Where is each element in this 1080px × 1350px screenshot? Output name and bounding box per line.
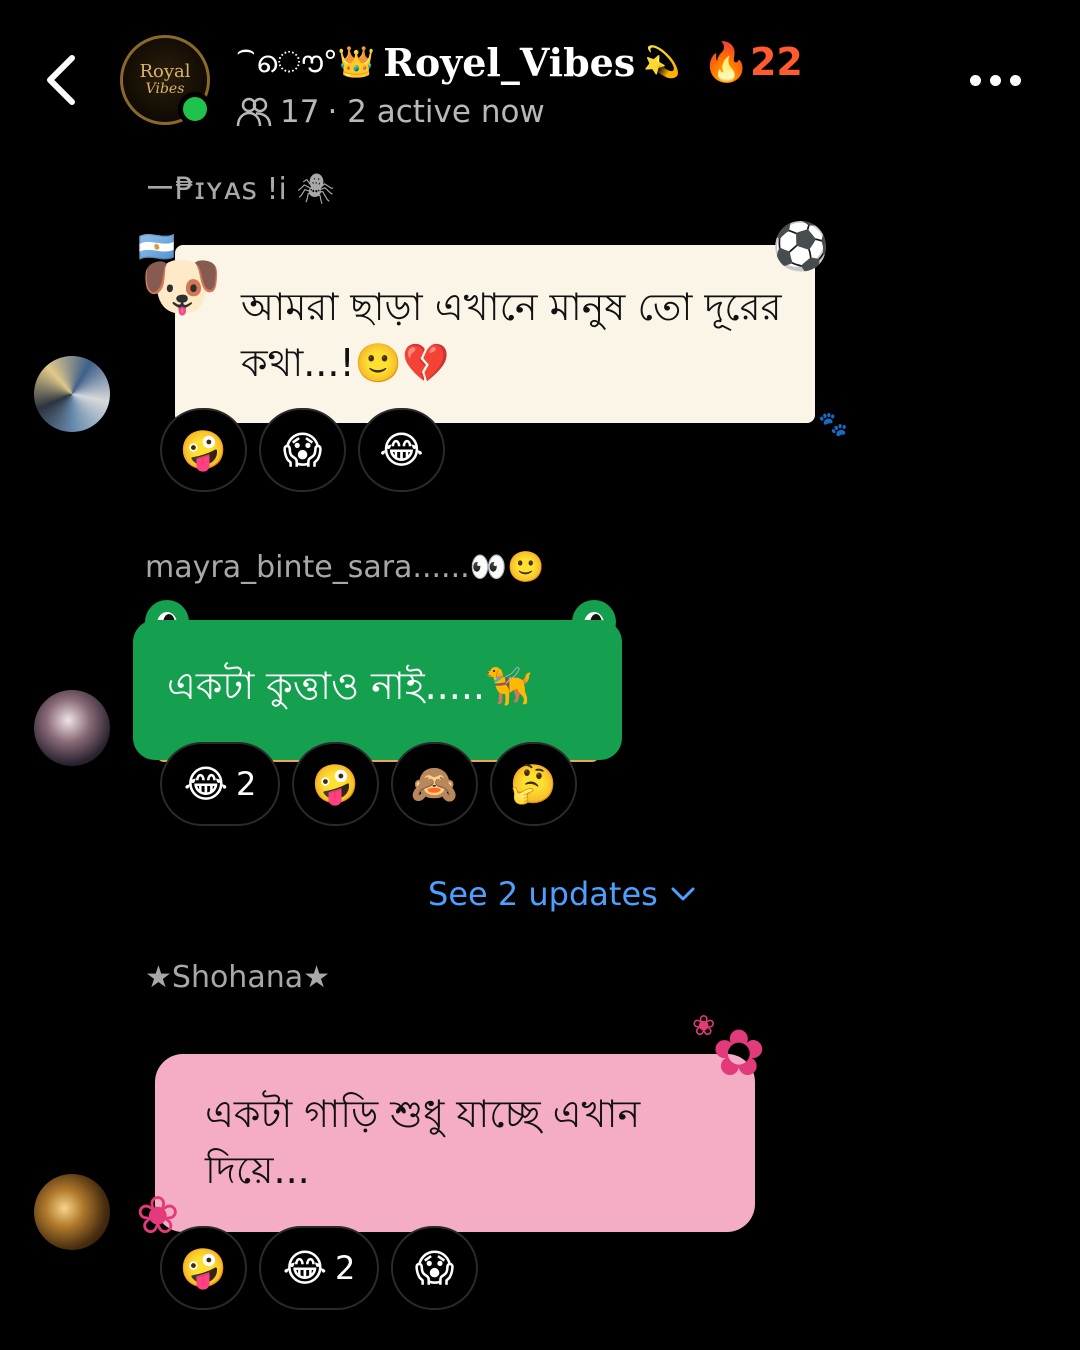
reaction-count: 2 (335, 1249, 356, 1287)
soccer-ball-sticker: ⚽ (772, 219, 830, 273)
people-icon (236, 97, 272, 127)
reaction-chip[interactable]: 🤪 (292, 742, 379, 826)
message-text: একটা গাড়ি শুধু যাচ্ছে এখান দিয়ে... (205, 1092, 641, 1192)
sender-avatar[interactable] (34, 356, 110, 432)
reaction-chip[interactable]: 😂 2 (160, 742, 280, 826)
more-options-button[interactable] (970, 60, 1040, 100)
reaction-chip[interactable]: 🤔 (490, 742, 577, 826)
reaction-emoji: 🤪 (179, 428, 228, 472)
sender-avatar[interactable] (34, 690, 110, 766)
active-now-text: · 2 active now (327, 94, 545, 130)
reaction-emoji: 🙈 (410, 762, 459, 806)
message-sender-name[interactable]: ー₱ɪʏᴀs !i 🕷 (145, 164, 334, 208)
reaction-chip[interactable]: 😂 2 (259, 1226, 379, 1310)
group-name-text: Royel_Vibes (383, 39, 636, 85)
flower-decoration-icon: ❀ (136, 1186, 180, 1246)
member-status-line[interactable]: 17 · 2 active now (236, 92, 545, 132)
sender-avatar[interactable] (34, 1174, 110, 1250)
message-bubble[interactable]: একটা গাড়ি শুধু যাচ্ছে এখান দিয়ে... (155, 1054, 755, 1232)
reaction-emoji: 🤪 (179, 1246, 228, 1290)
message-sender-name[interactable]: mayra_binte_sara......👀🙂 (145, 550, 544, 585)
message-sender-name[interactable]: ★Shohana★ (145, 960, 330, 995)
reaction-emoji: 😱 (282, 428, 323, 472)
chevron-left-icon (47, 55, 75, 105)
reaction-chip[interactable]: 😱 (391, 1226, 478, 1310)
group-name-suffix: 💫 (643, 44, 681, 80)
flower-decoration-icon: ✿ (712, 1017, 766, 1091)
reaction-emoji: 😱 (414, 1246, 455, 1290)
reaction-emoji: 🤪 (311, 762, 360, 806)
message-bubble[interactable]: একটা কুত্তাও নাই.....🦮 (133, 620, 622, 760)
chevron-down-icon (671, 887, 695, 901)
reaction-chip[interactable]: 😂 (358, 408, 445, 492)
online-status-dot (178, 92, 212, 126)
reaction-count: 2 (236, 765, 257, 803)
reaction-emoji: 😂 (282, 1246, 328, 1290)
group-avatar-logo-text: Royal (139, 61, 191, 82)
see-updates-label: See 2 updates (428, 875, 658, 913)
dog-sticker: 🐶 (140, 248, 223, 325)
message-text: আমরা ছাড়া এখানে মানুষ তো দূরের কথা...!🙂… (241, 285, 782, 385)
streak-badge: 🔥22 (703, 40, 803, 85)
paw-sticker: 🐾 (818, 410, 848, 438)
flower-decoration-icon: ❀ (692, 1009, 716, 1042)
more-dot-icon (1010, 74, 1021, 86)
reaction-chip[interactable]: 🙈 (391, 742, 478, 826)
streak-count: 22 (749, 39, 803, 84)
reaction-emoji: 😂 (379, 428, 424, 472)
reaction-chip[interactable]: 🤪 (160, 1226, 247, 1310)
fire-icon: 🔥 (702, 39, 750, 84)
reaction-chip[interactable]: 😱 (259, 408, 346, 492)
more-dot-icon (970, 74, 981, 86)
message-bubble[interactable]: আমরা ছাড়া এখানে মানুষ তো দূরের কথা...!🙂… (175, 245, 815, 423)
member-count: 17 (280, 94, 320, 130)
reaction-emoji: 😂 (183, 762, 229, 806)
group-avatar-logo-subtext: Vibes (145, 81, 185, 97)
reaction-emoji: 🤔 (509, 762, 558, 806)
message-text: একটা কুত্তাও নাই.....🦮 (167, 664, 533, 708)
group-title[interactable]: ⁀ൌ°👑 Royel_Vibes 💫 🔥22 (236, 38, 803, 86)
reaction-chip[interactable]: 🤪 (160, 408, 247, 492)
see-updates-button[interactable]: See 2 updates (428, 872, 696, 916)
more-dot-icon (990, 74, 1001, 86)
back-button[interactable] (38, 50, 88, 110)
group-name-prefix: ⁀ൌ°👑 (236, 44, 376, 80)
